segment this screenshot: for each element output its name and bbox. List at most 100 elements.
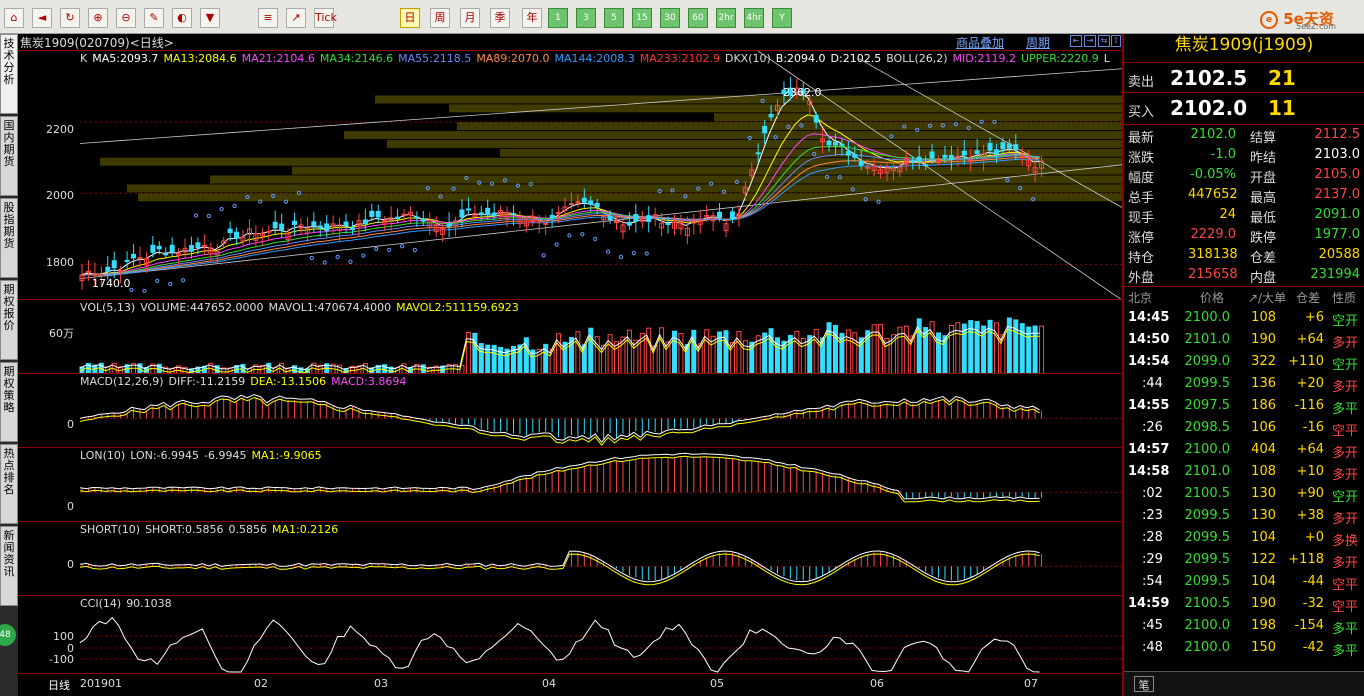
tick-volume: 404 [1251,442,1276,457]
1min-icon[interactable]: 1 [548,8,568,28]
refresh-icon[interactable]: ↻ [60,8,80,28]
candle-body [556,211,562,214]
candle-body [375,210,381,218]
volume-profile-bar [375,95,1122,104]
back-icon[interactable]: ◄ [32,8,52,28]
zoom-in-icon[interactable]: ⊕ [88,8,108,28]
sar-dot [399,244,405,249]
buy-price: 2102.0 [1170,96,1248,120]
x-label-3: 04 [542,677,556,690]
candle-body [395,216,401,220]
left-tab-1[interactable]: 国内期货 [0,116,18,196]
notification-badge[interactable]: 48 [0,624,16,646]
period-link[interactable]: 周期 [1026,34,1050,51]
sar-dot [992,119,997,124]
tick-row: 14:57 2100.0 404 +64 多开 [1124,440,1364,462]
sar-dot [309,255,314,261]
sell-row: 卖出 2102.5 21 [1124,62,1364,92]
tick-price: 2099.5 [1184,530,1231,545]
3min-icon[interactable]: 3 [576,8,596,28]
color-icon[interactable]: ◐ [172,8,192,28]
sar-dot [322,260,327,265]
home-icon[interactable]: ⌂ [4,8,24,28]
nav-up-icon[interactable]: ⇧ [1111,35,1121,47]
30min-icon[interactable]: 30 [660,8,680,28]
nav-expand-icon[interactable]: ⇆ [1098,35,1110,47]
year-icon[interactable]: 年 [522,8,542,28]
x-axis: 日线 201901 02 03 04 05 06 07 [18,673,1122,696]
candle-body [272,221,278,229]
candle-body [195,242,201,249]
tick-icon[interactable]: Tick [314,8,337,28]
quote-value-2: 20588 [1318,247,1360,262]
tick-oi-change: -154 [1294,618,1324,633]
sar-dot [605,249,611,254]
sar-dot [709,181,714,186]
list-icon[interactable]: ≡ [258,8,278,28]
tick-row: :28 2099.5 104 +0 多换 [1124,528,1364,550]
tick-price: 2099.0 [1184,354,1231,369]
tick-volume: 190 [1251,332,1276,347]
quote-label-1: 持仓 [1128,251,1155,266]
candle-body [665,222,671,226]
day-icon[interactable]: 日 [400,8,420,28]
season-icon[interactable]: 季 [490,8,510,28]
tick-row: 14:50 2101.0 190 +64 多开 [1124,330,1364,352]
tick-nature: 多开 [1332,468,1359,483]
sar-dot [541,253,546,258]
left-tab-2[interactable]: 股指期货 [0,198,18,278]
x-label-5: 06 [870,677,884,690]
tick-volume: 198 [1251,618,1276,633]
trend-icon[interactable]: ↗ [286,8,306,28]
month-icon[interactable]: 月 [460,8,480,28]
week-icon[interactable]: 周 [430,8,450,28]
quote-label-2: 最低 [1250,211,1277,226]
2hr-icon[interactable]: 2hr [716,8,736,28]
short-pane[interactable]: SHORT(10) SHORT:0.5856 0.5856 MA1:0.2126 0 [18,521,1122,595]
candle-body [762,125,768,134]
4hr-icon[interactable]: 4hr [744,8,764,28]
left-tab-0[interactable]: 技术分析 [0,34,18,114]
quote-label-2: 昨结 [1250,151,1277,166]
tick-price: 2100.0 [1184,640,1231,655]
tick-volume: 130 [1251,508,1276,523]
candle-body [491,212,497,217]
period-tab[interactable]: 日线 [48,677,70,693]
5min-icon[interactable]: 5 [604,8,624,28]
quote-label-1: 现手 [1128,211,1155,226]
left-tab-6[interactable]: 新闻资讯 [0,526,18,606]
tick-list[interactable]: 北京 价格 ↗/大单 仓差 性质 14:45 2100.0 108 +6 空开 14:50… [1124,286,1364,659]
tick-tab[interactable]: 笔 [1134,676,1154,692]
tick-row: :02 2100.5 130 +90 空开 [1124,484,1364,506]
zoom-out-icon[interactable]: ⊖ [116,8,136,28]
cci-pane[interactable]: CCI(14) 90.1038 100 0 -100 [18,595,1122,673]
chart-area[interactable]: 焦炭1909(020709)<日线> 商品叠加 周期 ⇤ ⇥ ⇆ ⇧ K MA5:… [18,34,1122,696]
cci-chart-svg [79,616,1122,673]
sar-dot [219,206,224,212]
candle-body [549,214,555,219]
candle-body [581,197,587,203]
draw-icon[interactable]: ✎ [144,8,164,28]
overlay-link[interactable]: 商品叠加 [956,34,1004,51]
left-tab-5[interactable]: 热点排名 [0,444,18,524]
left-tab-3[interactable]: 期权报价 [0,280,18,360]
indicator-signal-line [79,455,1040,503]
nav-last-icon[interactable]: ⇥ [1084,35,1096,47]
macd-pane[interactable]: MACD(12,26,9) DIFF:-11.2159 DEA:-13.1506 MA… [18,373,1122,447]
60min-icon[interactable]: 60 [688,8,708,28]
candle-body [1000,142,1006,150]
candle-body [568,202,574,205]
quote-label-1: 幅度 [1128,171,1155,186]
tick-price: 2100.0 [1184,310,1231,325]
nav-first-icon[interactable]: ⇤ [1070,35,1082,47]
quote-label-2: 跌停 [1250,231,1277,246]
lon-pane[interactable]: LON(10) LON:-6.9945 -6.9945 MA1:-9.9065 0 [18,447,1122,521]
filter-icon[interactable]: ▼ [200,8,220,28]
15min-icon[interactable]: 15 [632,8,652,28]
year-y-icon[interactable]: Y [772,8,792,28]
volume-pane[interactable]: VOL(5,13) VOLUME:447652.0000 MAVOL1:470674… [18,299,1122,374]
left-tab-bar: 技术分析国内期货股指期货期权报价期权策略热点排名新闻资讯 48 [0,34,18,696]
left-tab-4[interactable]: 期权策略 [0,362,18,442]
main-price-pane[interactable]: K MA5:2093.7 MA13:2084.6 MA21:2104.6 MA34:21… [18,50,1122,300]
candle-body [588,200,594,205]
